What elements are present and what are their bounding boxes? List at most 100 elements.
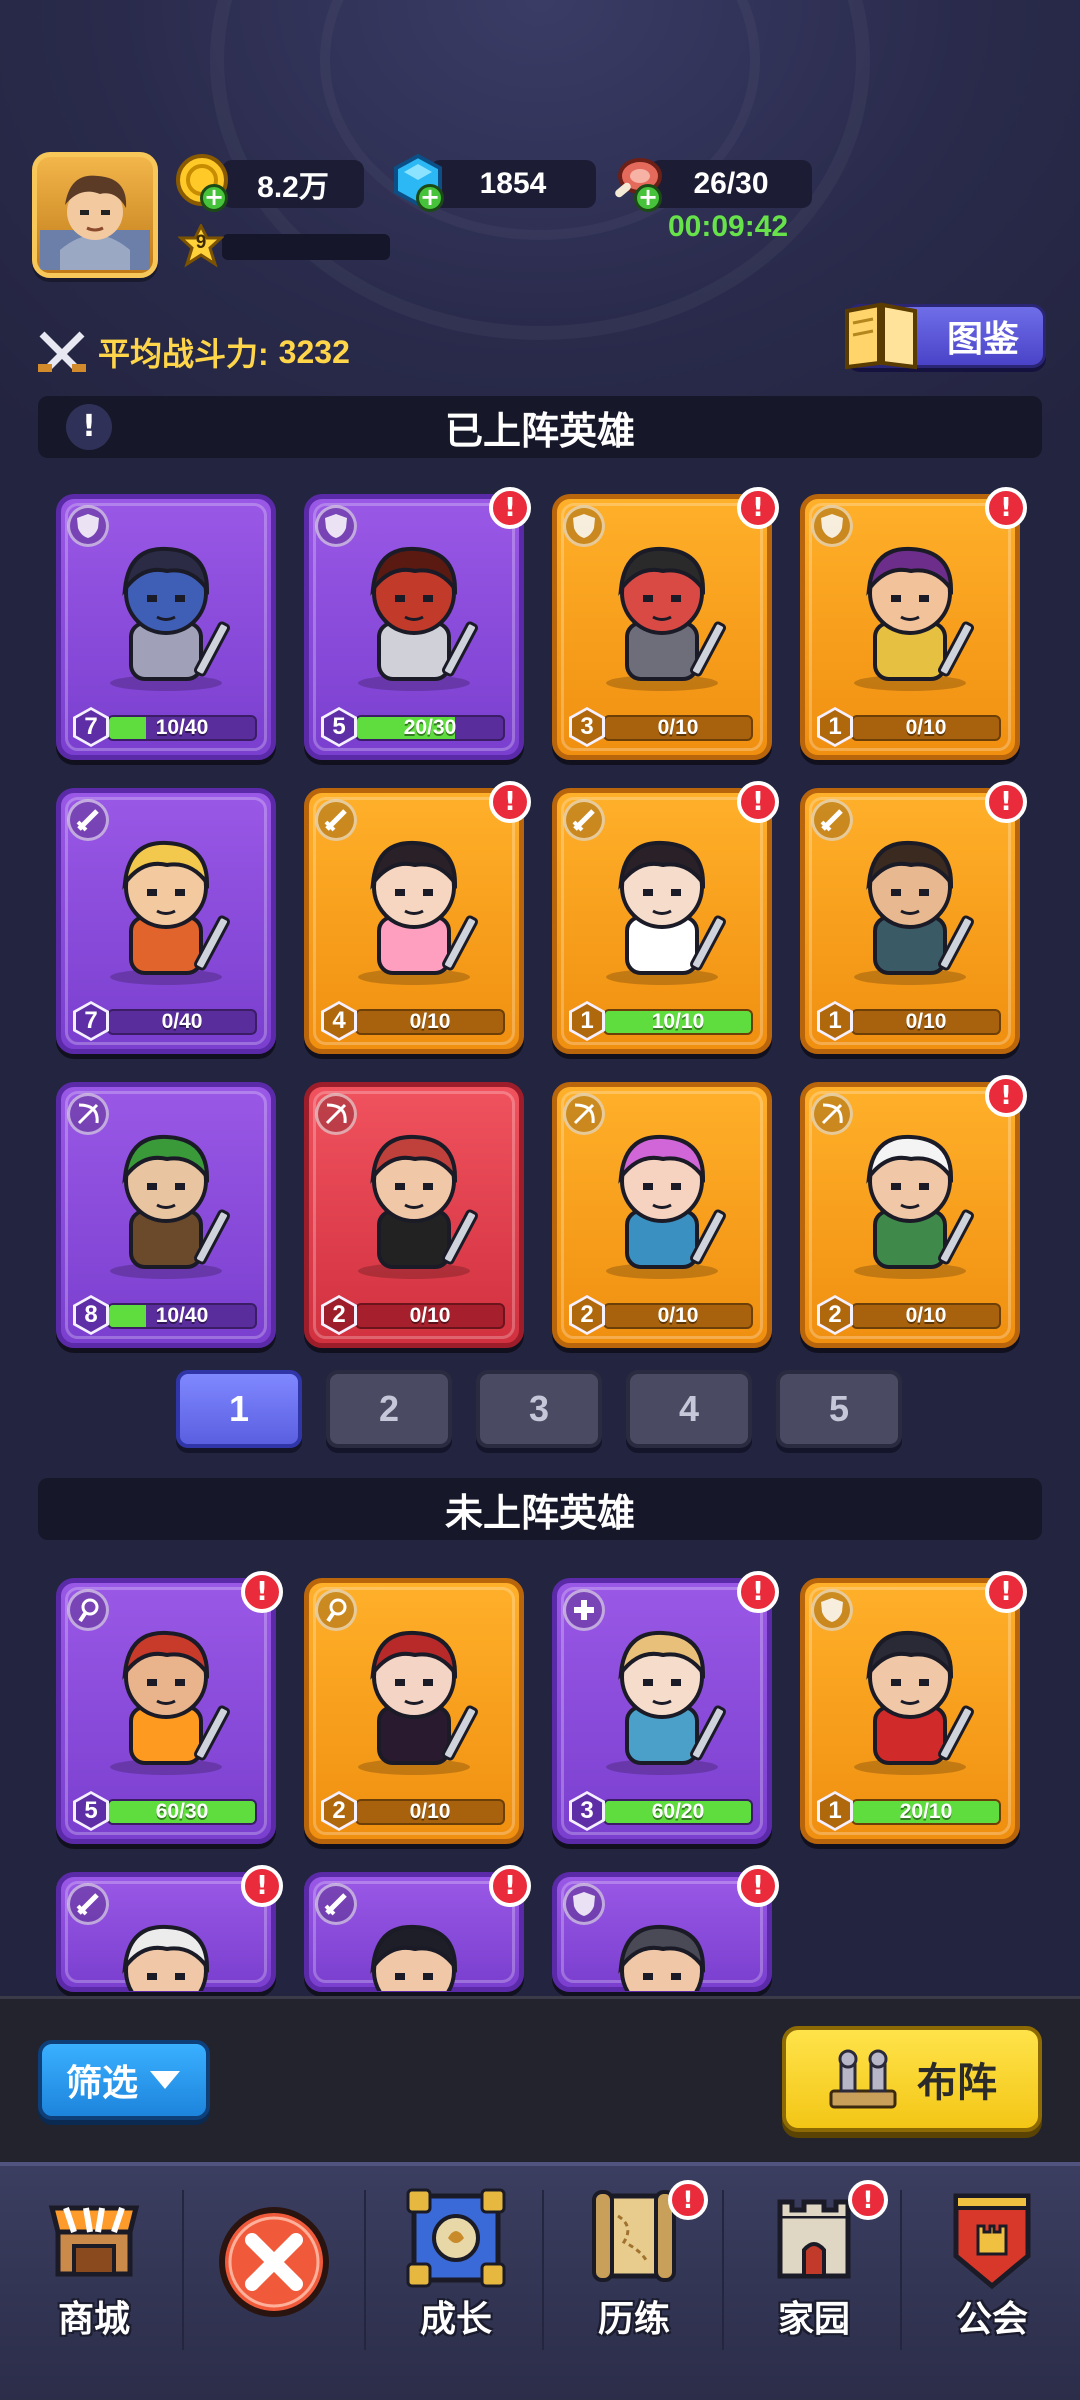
hero-star-level: 7 (73, 1001, 109, 1041)
hero-star-level-value: 7 (76, 710, 106, 744)
nav-adventure-map[interactable]: 历练! (554, 2180, 714, 2380)
shard-progress-bar: 0/10 (355, 1009, 505, 1035)
guild-banner-icon (942, 2186, 1042, 2300)
add-gem-button[interactable]: + (416, 184, 444, 212)
codex-label: 图鉴 (946, 319, 1019, 360)
nav-label: 家园 (777, 2299, 850, 2340)
stamina-timer: 00:09:42 (668, 210, 789, 243)
hero-star-level-value: 2 (572, 1298, 602, 1332)
hero-star-level: 1 (817, 1791, 853, 1831)
hero-level-row: 60/30 5 (69, 1791, 263, 1831)
hero-portrait (71, 1111, 261, 1281)
alert-icon: ! (737, 781, 779, 823)
sword-icon (67, 799, 109, 841)
shard-progress-text: 60/30 (155, 1800, 209, 1823)
hero-portrait (319, 523, 509, 693)
hero-star-level-value: 2 (820, 1298, 850, 1332)
shard-progress-bar: 10/10 (603, 1009, 753, 1035)
player-avatar[interactable] (32, 152, 158, 278)
hero-star-level-value: 5 (76, 1794, 106, 1828)
staff-icon (315, 1589, 357, 1631)
page-button-5[interactable]: 5 (776, 1370, 902, 1448)
deployed-hero-card[interactable]: ! 20/30 5 (304, 487, 531, 760)
deployed-hero-card[interactable]: 10/40 8 (56, 1082, 276, 1348)
alert-icon: ! (985, 487, 1027, 529)
shard-progress-bar: 0/10 (355, 1799, 505, 1825)
undeployed-heroes-header: 未上阵英雄 (38, 1478, 1042, 1540)
nav-close[interactable] (194, 2180, 354, 2380)
filter-button[interactable]: 筛选 (38, 2040, 210, 2120)
hero-portrait (319, 817, 509, 987)
deployed-hero-card[interactable]: ! 0/10 2 (800, 1075, 1027, 1348)
hero-level-row: 0/10 2 (565, 1295, 759, 1335)
heal-icon (563, 1589, 605, 1631)
close-icon (216, 2204, 332, 2324)
undeployed-hero-card[interactable]: ! (304, 1865, 531, 1992)
hero-portrait (71, 817, 261, 987)
deployed-hero-card[interactable]: ! 0/10 1 (800, 487, 1027, 760)
hero-level-row: 0/10 2 (317, 1295, 511, 1335)
gem-counter: 1854 (430, 160, 596, 208)
page-button-3[interactable]: 3 (476, 1370, 602, 1448)
page-button-4[interactable]: 4 (626, 1370, 752, 1448)
formation-button[interactable]: 布阵 (782, 2026, 1042, 2132)
undeployed-hero-card[interactable]: ! 60/20 3 (552, 1571, 779, 1844)
add-stamina-button[interactable]: + (634, 184, 662, 212)
deployed-hero-card[interactable]: ! 0/10 1 (800, 781, 1027, 1054)
nav-guild-banner[interactable]: 公会 (912, 2180, 1072, 2380)
hero-portrait (815, 523, 1005, 693)
deployed-hero-card[interactable]: 0/40 7 (56, 788, 276, 1054)
player-portrait-icon (40, 175, 150, 270)
shard-progress-text: 0/10 (905, 1304, 947, 1327)
shop-icon (44, 2186, 144, 2290)
alert-icon: ! (737, 487, 779, 529)
nav-shop[interactable]: 商城 (14, 2180, 174, 2380)
info-icon[interactable]: ! (66, 404, 112, 450)
hero-level-row: 0/10 2 (317, 1791, 511, 1831)
deployed-hero-card[interactable]: 10/40 7 (56, 494, 276, 760)
book-icon (845, 302, 917, 370)
chevron-down-icon (150, 2071, 180, 2089)
hero-star-level: 5 (321, 707, 357, 747)
average-power-label: 平均战斗力: (98, 336, 269, 372)
shard-progress-text: 0/10 (409, 1304, 451, 1327)
deployed-hero-card[interactable]: ! 0/10 3 (552, 487, 779, 760)
gem-value: 1854 (479, 167, 547, 200)
bow-icon (563, 1093, 605, 1135)
deployed-hero-card[interactable]: ! 10/10 1 (552, 781, 779, 1054)
page-button-1[interactable]: 1 (176, 1370, 302, 1448)
hero-star-level: 2 (817, 1295, 853, 1335)
alert-icon: ! (489, 487, 531, 529)
shard-progress-bar: 0/10 (851, 715, 1001, 741)
undeployed-hero-card[interactable]: 0/10 2 (304, 1578, 524, 1844)
hero-star-level: 3 (569, 707, 605, 747)
add-gold-button[interactable]: + (200, 184, 228, 212)
hero-level-row: 10/40 8 (69, 1295, 263, 1335)
shield-icon (67, 505, 109, 547)
hero-star-level: 4 (321, 1001, 357, 1041)
deployed-hero-card[interactable]: 0/10 2 (552, 1082, 772, 1348)
nav-home-castle[interactable]: 家园! (734, 2180, 894, 2380)
hero-star-level-value: 7 (76, 1004, 106, 1038)
shard-progress-text: 60/20 (651, 1800, 705, 1823)
codex-button[interactable]: 图鉴 (845, 302, 1046, 370)
bow-icon (811, 1093, 853, 1135)
shard-progress-bar: 0/10 (851, 1009, 1001, 1035)
undeployed-hero-card[interactable]: ! 20/10 1 (800, 1571, 1027, 1844)
undeployed-hero-card[interactable]: ! (552, 1865, 779, 1992)
deployed-heroes-title: 已上阵英雄 (444, 408, 635, 453)
page-button-2[interactable]: 2 (326, 1370, 452, 1448)
shield-icon (563, 1883, 605, 1925)
deployed-hero-card[interactable]: ! 0/10 4 (304, 781, 531, 1054)
undeployed-hero-card[interactable]: ! 60/30 5 (56, 1571, 283, 1844)
undeployed-hero-card[interactable]: ! (56, 1865, 283, 1992)
alert-icon: ! (241, 1571, 283, 1613)
hero-star-level-value: 2 (324, 1794, 354, 1828)
shield-icon (811, 505, 853, 547)
hero-star-level-value: 3 (572, 1794, 602, 1828)
nav-growth[interactable]: 成长 (376, 2180, 536, 2380)
stamina-value: 26/30 (693, 167, 769, 200)
deployed-hero-card[interactable]: 0/10 2 (304, 1082, 524, 1348)
hero-star-level: 2 (321, 1791, 357, 1831)
hero-star-level-value: 8 (76, 1298, 106, 1332)
